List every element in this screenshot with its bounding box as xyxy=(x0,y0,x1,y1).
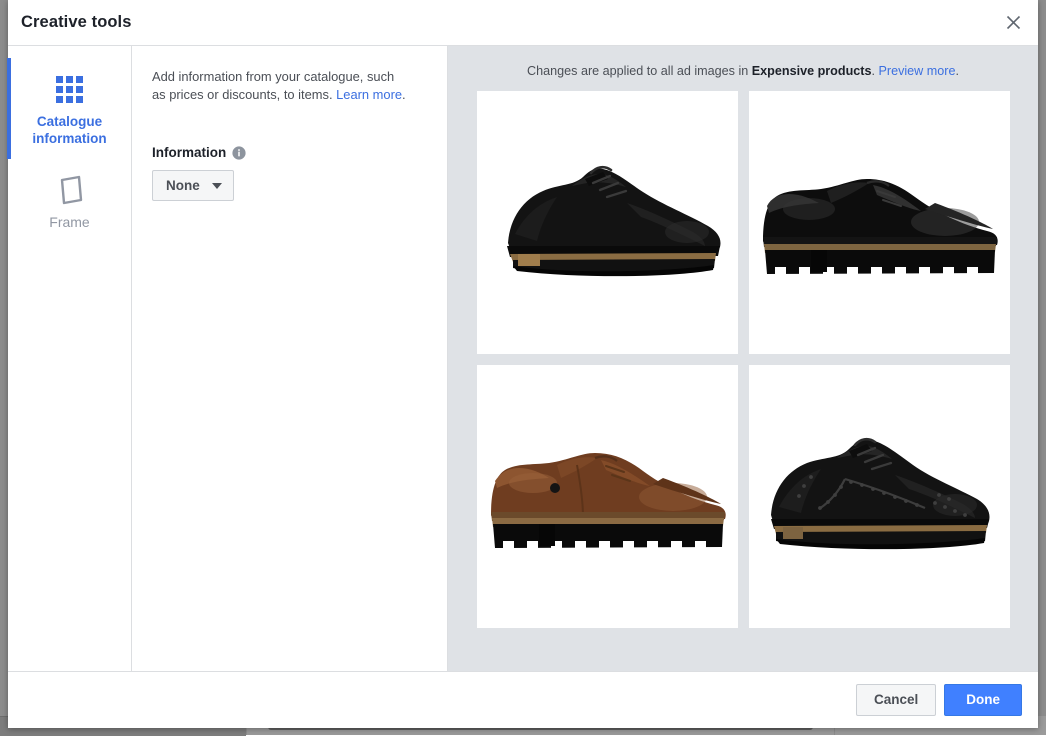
close-icon-glyph xyxy=(1006,15,1020,29)
close-icon[interactable] xyxy=(998,7,1028,37)
backdrop-edge-right xyxy=(1038,0,1046,716)
frame-icon-glyph xyxy=(60,175,82,205)
information-select[interactable]: None xyxy=(152,170,234,201)
settings-description: Add information from your catalogue, suc… xyxy=(152,68,407,103)
sidebar-item-frame[interactable]: Frame xyxy=(8,159,131,243)
preview-notice-prefix: Changes are applied to all ad images in xyxy=(527,64,752,78)
settings-panel: Add information from your catalogue, suc… xyxy=(132,46,448,671)
info-icon[interactable] xyxy=(232,145,246,160)
preview-notice-end: . xyxy=(955,64,959,78)
done-button[interactable]: Done xyxy=(944,684,1022,716)
cancel-button[interactable]: Cancel xyxy=(855,684,937,716)
preview-notice: Changes are applied to all ad images in … xyxy=(448,46,1038,89)
page-title: Creative tools xyxy=(21,13,132,31)
product-image-black-wingtip xyxy=(748,365,1010,628)
preview-notice-catalogue-name: Expensive products xyxy=(751,64,872,78)
active-indicator-bar xyxy=(7,58,11,159)
chevron-down-icon xyxy=(211,182,222,189)
preview-card[interactable] xyxy=(476,91,738,354)
tool-rail: Catalogue information Frame xyxy=(7,46,132,671)
frame-icon xyxy=(56,173,84,207)
dialog-header: Creative tools xyxy=(8,0,1038,46)
preview-card[interactable] xyxy=(476,365,738,628)
information-field-label: Information xyxy=(152,145,227,160)
learn-more-link[interactable]: Learn more xyxy=(336,87,402,102)
dialog-body: Catalogue information Frame Add informat… xyxy=(7,46,1038,671)
information-select-value: None xyxy=(166,178,200,193)
sidebar-item-label: Catalogue information xyxy=(32,114,107,146)
grid-icon xyxy=(56,72,83,106)
sidebar-item-catalogue-information[interactable]: Catalogue information xyxy=(7,58,131,159)
product-image-brown-moc xyxy=(476,365,738,628)
product-image-black-moc xyxy=(748,91,1010,354)
sidebar-item-label: Frame xyxy=(49,214,90,230)
settings-description-end: . xyxy=(402,86,406,102)
preview-card[interactable] xyxy=(748,365,1010,628)
preview-panel: Changes are applied to all ad images in … xyxy=(448,46,1038,671)
information-field-label-row: Information xyxy=(152,145,427,160)
preview-image-grid xyxy=(448,89,1038,628)
creative-tools-dialog: Creative tools Catalogue information Fra… xyxy=(7,0,1038,728)
preview-more-link[interactable]: Preview more xyxy=(878,64,955,78)
dialog-footer: Cancel Done xyxy=(8,671,1038,728)
product-image-black-captoe xyxy=(476,91,738,354)
preview-card[interactable] xyxy=(748,91,1010,354)
